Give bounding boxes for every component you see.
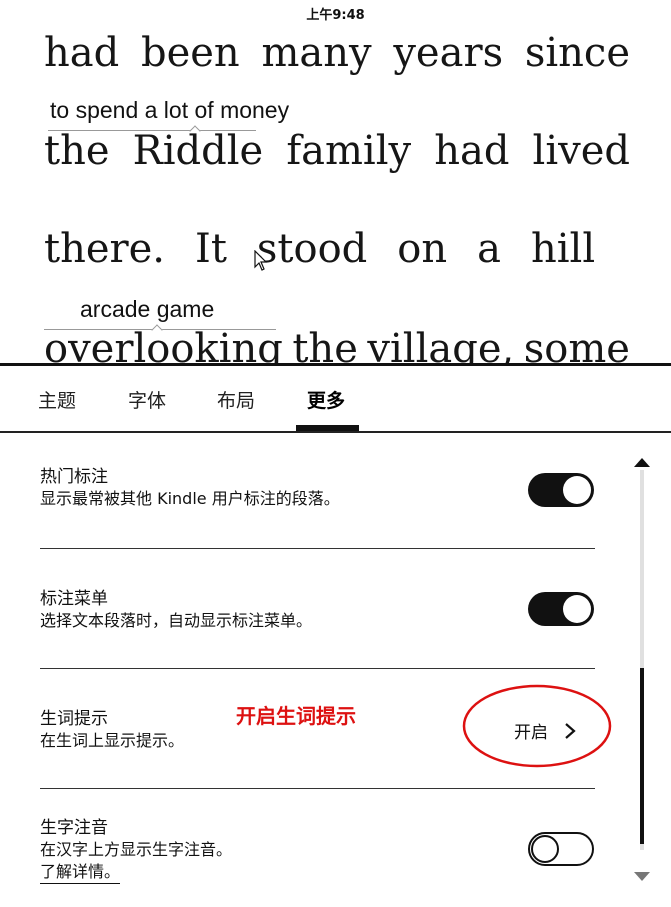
text-line: overlooking the village, some (44, 326, 630, 366)
pinyin-toggle[interactable] (528, 832, 594, 866)
word[interactable]: been (141, 30, 240, 76)
text-line: had been many years since (44, 30, 630, 86)
word[interactable]: It (195, 226, 227, 272)
divider (40, 548, 595, 549)
word[interactable]: had (434, 128, 509, 174)
divider (40, 788, 595, 789)
word[interactable]: hill (531, 226, 595, 272)
setting-title: 标注菜单 (40, 589, 108, 609)
word[interactable]: years (393, 30, 503, 76)
chevron-right-icon (565, 722, 576, 739)
word[interactable]: had (44, 30, 119, 76)
word[interactable]: since (525, 30, 630, 76)
setting-title: 热门标注 (40, 467, 108, 487)
word[interactable]: overlooking (44, 326, 283, 366)
word[interactable]: lived (533, 128, 630, 174)
toggle-knob (563, 476, 591, 504)
word[interactable]: the (292, 326, 358, 366)
setting-title: 生字注音 (40, 818, 108, 838)
word-hint: to spend a lot of money (50, 97, 290, 123)
tab-layout[interactable]: 布局 (217, 386, 255, 413)
word[interactable]: village, (367, 326, 514, 366)
word[interactable]: stood (257, 226, 367, 272)
mouse-pointer-icon (254, 250, 268, 271)
red-annotation-label: 开启生词提示 (236, 704, 356, 728)
word[interactable]: family (286, 128, 411, 174)
triangle-down-icon[interactable] (634, 872, 650, 881)
tab-theme[interactable]: 主题 (38, 386, 76, 413)
word[interactable]: on (397, 226, 447, 272)
setting-pinyin: 生字注音 在汉字上方显示生字注音。 了解详情。 (40, 817, 595, 884)
word[interactable]: some (524, 326, 630, 366)
text-line: there. It stood on a hill (44, 226, 595, 282)
word[interactable]: many (261, 30, 371, 76)
word[interactable]: Riddle (133, 128, 264, 174)
settings-tabs: 主题 字体 布局 更多 (0, 366, 671, 432)
reading-area[interactable]: had been many years since to spend a lot… (0, 0, 671, 366)
divider (40, 668, 595, 669)
setting-popular-highlights: 热门标注 显示最常被其他 Kindle 用户标注的段落。 (40, 466, 595, 510)
tab-more[interactable]: 更多 (307, 386, 345, 413)
toggle-knob (531, 835, 559, 863)
word-wise-open-button[interactable]: 开启 (514, 718, 578, 743)
setting-highlight-menu: 标注菜单 选择文本段落时，自动显示标注菜单。 (40, 588, 595, 632)
word[interactable]: the (44, 128, 110, 174)
word-hint: arcade game (80, 296, 215, 322)
scrollbar-thumb[interactable] (640, 668, 644, 844)
tabs-divider (0, 431, 671, 433)
tab-font[interactable]: 字体 (128, 386, 166, 413)
learn-more-link[interactable]: 了解详情。 (40, 861, 121, 884)
open-button-label: 开启 (514, 723, 548, 743)
setting-description: 显示最常被其他 Kindle 用户标注的段落。 (40, 489, 340, 508)
word[interactable]: a (477, 226, 501, 272)
word[interactable]: there. (44, 226, 165, 272)
text-line: the Riddle family had lived (44, 128, 630, 184)
setting-description: 在汉字上方显示生字注音。 (40, 840, 233, 859)
setting-description: 选择文本段落时，自动显示标注菜单。 (40, 611, 313, 630)
toggle-knob (563, 595, 591, 623)
popular-highlights-toggle[interactable] (528, 473, 594, 507)
triangle-up-icon[interactable] (634, 458, 650, 467)
highlight-menu-toggle[interactable] (528, 592, 594, 626)
